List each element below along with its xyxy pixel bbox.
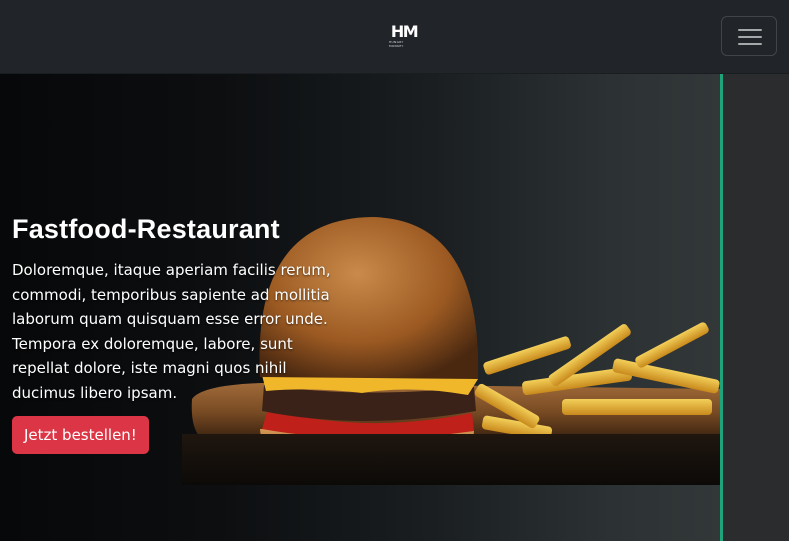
logo-tagline: HUNGRY MONKEY — [389, 40, 404, 48]
order-now-button[interactable]: Jetzt bestellen! — [12, 416, 149, 454]
hero-title: Fastfood-Restaurant — [12, 214, 280, 244]
hero-description: Doloremque, itaque aperiam facilis rerum… — [12, 261, 331, 402]
carousel-side-panel — [720, 74, 789, 541]
table-reflection — [182, 434, 720, 485]
navbar-toggler-button[interactable] — [721, 16, 777, 56]
logo-text: HM — [390, 22, 419, 41]
brand-logo[interactable]: HM HUNGRY MONKEY — [389, 22, 419, 49]
navbar: HM HUNGRY MONKEY — [0, 0, 789, 74]
hero-section: Fastfood-Restaurant Doloremque, itaque a… — [0, 74, 720, 541]
